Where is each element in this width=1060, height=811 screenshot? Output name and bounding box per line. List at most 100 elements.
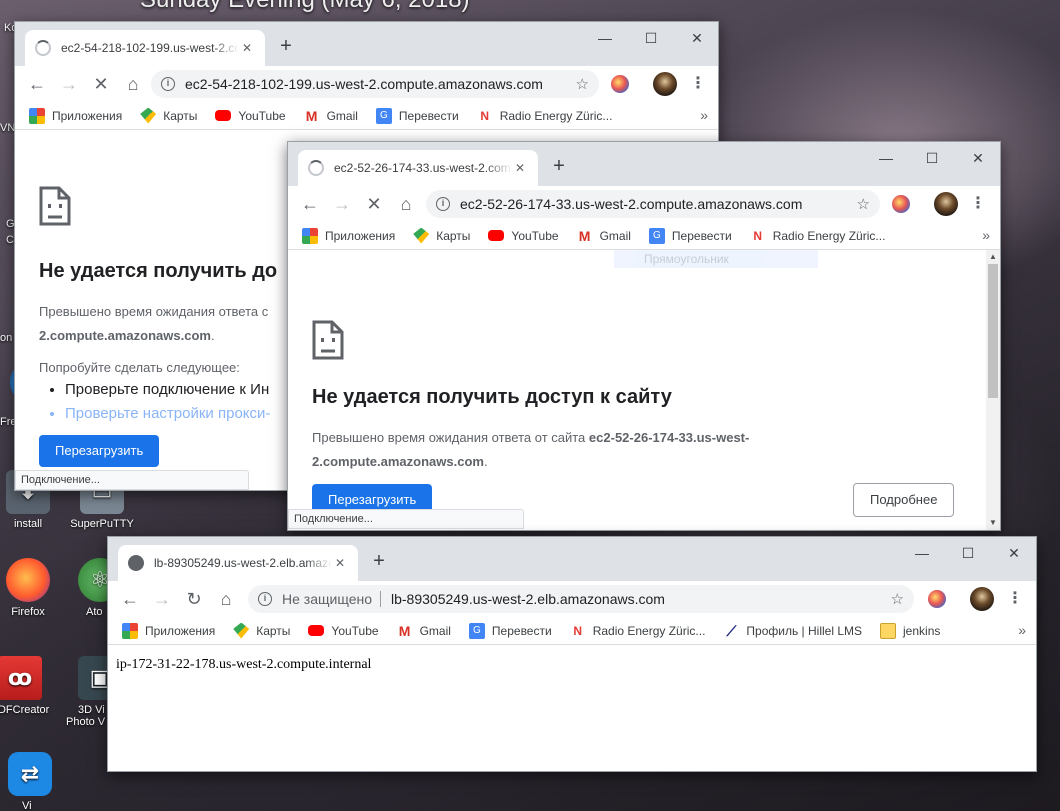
maximize-button[interactable]: ☐ — [914, 146, 950, 170]
maps-icon — [140, 107, 157, 124]
maximize-button[interactable]: ☐ — [950, 541, 986, 565]
chrome-menu-button[interactable]: ⋮ — [688, 70, 708, 98]
tab-close-icon[interactable]: ✕ — [332, 556, 348, 570]
info-icon[interactable]: i — [436, 197, 450, 211]
bookmark-radio-energy[interactable]: N Radio Energy Züric... — [477, 108, 612, 124]
window-close-button[interactable]: ✕ — [960, 146, 996, 170]
translate-icon: G — [375, 107, 392, 124]
pdfcreator-icon: ꝏ — [0, 656, 42, 700]
desktop-icon-firefox[interactable]: Firefox — [0, 558, 66, 618]
extension-icon[interactable] — [892, 195, 910, 213]
forward-button[interactable]: → — [328, 190, 356, 218]
bookmarks-overflow-chevron-icon[interactable]: » — [982, 227, 990, 243]
scrollbar-thumb[interactable] — [988, 264, 998, 398]
bookmark-jenkins[interactable]: jenkins — [880, 622, 941, 639]
bookmark-youtube[interactable]: YouTube — [215, 109, 286, 123]
bookmark-star-icon[interactable]: ☆ — [576, 75, 589, 93]
back-button[interactable]: ← — [116, 585, 144, 613]
vertical-scrollbar[interactable]: ▲ ▼ — [986, 250, 1000, 530]
reload-button[interactable]: ↻ — [180, 585, 208, 613]
sad-page-icon — [39, 186, 71, 226]
new-tab-button[interactable]: + — [273, 34, 299, 60]
bookmark-apps[interactable]: Приложения — [122, 622, 215, 639]
bookmarks-overflow-chevron-icon[interactable]: » — [700, 107, 708, 123]
bookmark-label: jenkins — [903, 623, 941, 638]
bookmark-star-icon[interactable]: ☆ — [857, 195, 870, 213]
bookmark-gmail[interactable]: M Gmail — [304, 108, 358, 124]
error-host: 2.compute.amazonaws.com — [312, 454, 484, 469]
reload-button[interactable]: Перезагрузить — [39, 435, 160, 467]
forward-button[interactable]: → — [148, 585, 176, 613]
bookmark-radio-energy[interactable]: N Radio Energy Züric... — [570, 623, 705, 639]
minimize-button[interactable]: — — [868, 146, 904, 170]
chrome-menu-button[interactable]: ⋮ — [968, 190, 988, 218]
tab-close-icon[interactable]: ✕ — [512, 161, 528, 175]
new-tab-button[interactable]: + — [366, 549, 392, 575]
new-tab-button[interactable]: + — [546, 154, 572, 180]
firefox-icon — [6, 558, 50, 602]
bookmark-maps[interactable]: Карты — [413, 227, 470, 244]
window-close-button[interactable]: ✕ — [679, 26, 715, 50]
address-separator — [380, 591, 381, 607]
stop-button[interactable]: ✕ — [87, 70, 115, 98]
profile-avatar[interactable] — [934, 192, 958, 216]
maximize-button[interactable]: ☐ — [633, 26, 669, 50]
extension-icon[interactable] — [611, 75, 629, 93]
bookmark-youtube[interactable]: YouTube — [308, 624, 379, 638]
bookmark-translate[interactable]: G Перевести — [375, 107, 459, 124]
stop-button[interactable]: ✕ — [360, 190, 388, 218]
bookmark-maps[interactable]: Карты — [233, 622, 290, 639]
back-button[interactable]: ← — [23, 70, 51, 98]
tab-title: ec2-52-26-174-33.us-west-2.compute.amazo… — [334, 161, 512, 175]
home-button[interactable]: ⌂ — [392, 190, 420, 218]
loading-spinner-icon — [35, 40, 51, 56]
bookmark-youtube[interactable]: YouTube — [488, 228, 559, 243]
minimize-button[interactable]: — — [587, 26, 623, 50]
address-bar[interactable]: i Не защищено lb-89305249.us-west-2.elb.… — [248, 585, 914, 613]
home-button[interactable]: ⌂ — [212, 585, 240, 613]
profile-avatar[interactable] — [970, 587, 994, 611]
window-close-button[interactable]: ✕ — [996, 541, 1032, 565]
bookmark-gmail[interactable]: M Gmail — [397, 623, 451, 639]
bookmark-star-icon[interactable]: ☆ — [891, 590, 904, 608]
tab-close-icon[interactable]: ✕ — [239, 41, 255, 55]
extension-icon[interactable] — [928, 590, 946, 608]
chrome-menu-button[interactable]: ⋮ — [1005, 585, 1025, 613]
forward-button[interactable]: → — [55, 70, 83, 98]
desktop-icon-pdfcreator[interactable]: ꝏ PDFCreator — [0, 656, 58, 716]
info-icon[interactable]: i — [161, 77, 175, 91]
details-button[interactable]: Подробнее — [853, 483, 955, 517]
bookmark-label: Gmail — [419, 623, 451, 638]
home-button[interactable]: ⌂ — [119, 70, 147, 98]
bookmark-label: YouTube — [511, 228, 559, 243]
info-icon[interactable]: i — [258, 592, 272, 606]
bookmark-maps[interactable]: Карты — [140, 107, 197, 124]
back-button[interactable]: ← — [296, 190, 324, 218]
bookmark-translate[interactable]: G Перевести — [468, 622, 552, 639]
address-bar[interactable]: i ec2-52-26-174-33.us-west-2.compute.ama… — [426, 190, 880, 218]
bookmark-label: Gmail — [599, 228, 631, 243]
minimize-button[interactable]: — — [904, 541, 940, 565]
tab-active[interactable]: ec2-52-26-174-33.us-west-2.compute.amazo… — [298, 150, 538, 186]
error-title: Не удается получить до — [39, 260, 278, 282]
bookmark-hillel[interactable]: ⟋ Профиль | Hillel LMS — [723, 623, 863, 639]
youtube-icon — [488, 230, 505, 241]
tab-active[interactable]: lb-89305249.us-west-2.elb.amazonaws.com … — [118, 545, 358, 581]
bookmark-apps[interactable]: Приложения — [29, 107, 122, 124]
bookmark-apps[interactable]: Приложения — [302, 227, 395, 244]
proxy-settings-link[interactable]: Проверьте настройки прокси- — [65, 402, 270, 426]
profile-avatar[interactable] — [653, 72, 677, 96]
scroll-down-arrow-icon[interactable]: ▼ — [986, 516, 1000, 530]
bookmark-gmail[interactable]: M Gmail — [577, 228, 631, 244]
browser-window-2: ec2-52-26-174-33.us-west- 2.compute.amazo… — [287, 141, 1001, 531]
bookmark-translate[interactable]: G Перевести — [648, 227, 732, 244]
bookmark-radio-energy[interactable]: N Radio Energy Züric... — [750, 228, 885, 244]
desktop-icon-teamviewer[interactable]: ⇄ — [0, 752, 68, 800]
address-bar[interactable]: i ec2-54-218-102-199.us-west-2.compute.a… — [151, 70, 599, 98]
scroll-up-arrow-icon[interactable]: ▲ — [986, 250, 1000, 264]
error-host: 2.compute.amazonaws.com — [39, 328, 211, 343]
radio-energy-icon: N — [480, 108, 490, 123]
tab-active[interactable]: ec2-54-218-102-199.us-west-2.compute.ama… — [25, 30, 265, 66]
desktop-wallpaper-caption: Sunday Evening (May 6, 2018) — [140, 0, 470, 14]
bookmarks-overflow-chevron-icon[interactable]: » — [1018, 622, 1026, 638]
